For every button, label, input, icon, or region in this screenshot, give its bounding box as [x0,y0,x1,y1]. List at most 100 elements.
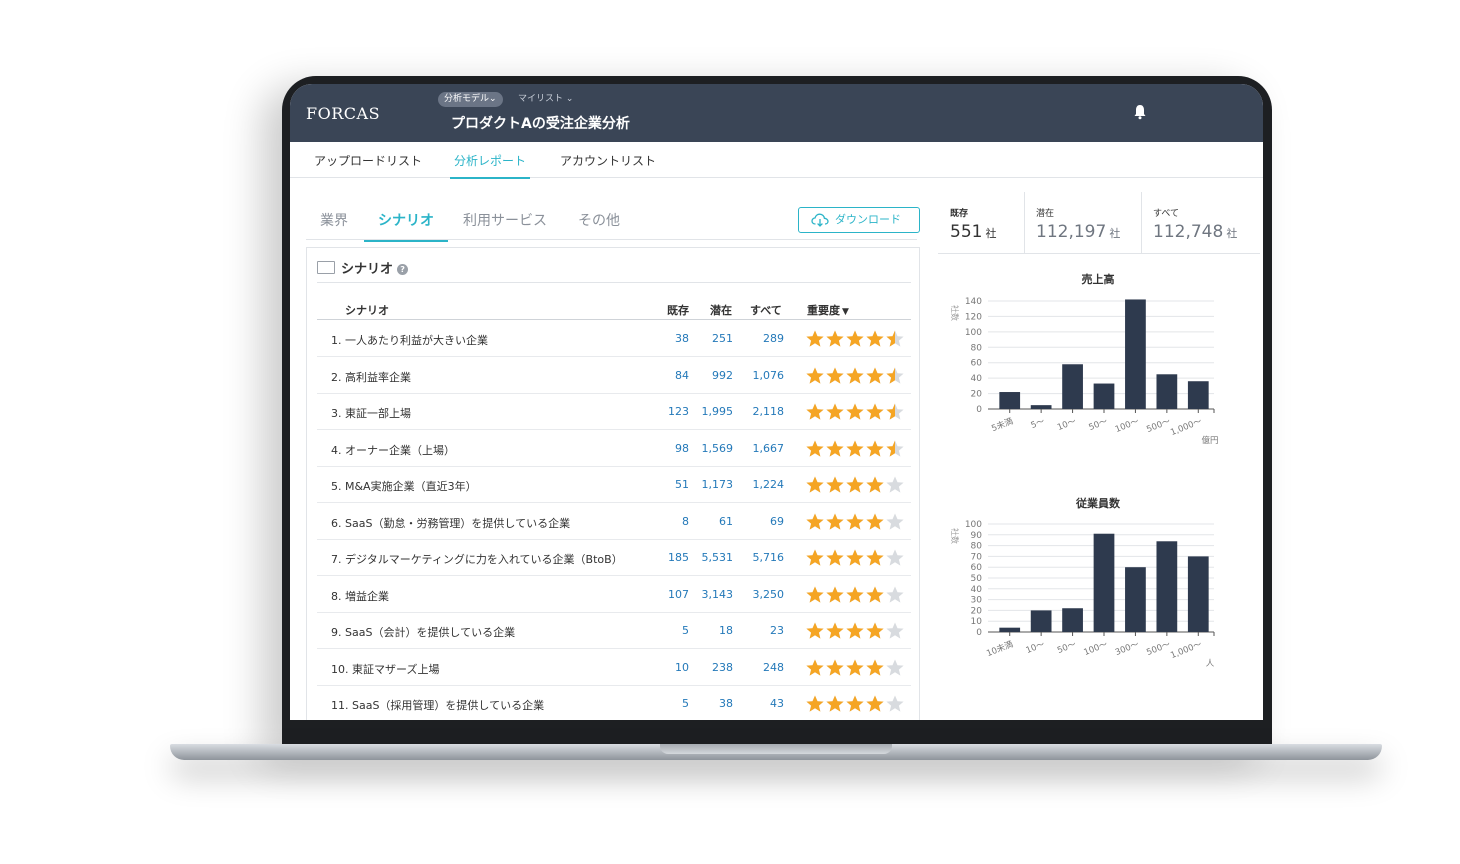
star-icon [806,330,824,347]
all-count-link[interactable]: 43 [740,697,784,710]
scenario-name: 2. 高利益率企業 [331,370,411,384]
potential-count-link[interactable]: 238 [689,661,733,674]
existing-count-link[interactable]: 84 [645,369,689,382]
revenue-y-tick: 0 [976,405,982,415]
all-count-link[interactable]: 289 [740,332,784,345]
col-existing[interactable]: 既存 [667,302,689,318]
cloud-download-icon [811,213,829,227]
existing-count-link[interactable]: 5 [645,697,689,710]
importance-rating [805,621,905,640]
model-selector[interactable]: 分析モデル⌄ [438,92,503,107]
subtab-services[interactable]: 利用サービス [463,210,547,240]
potential-count-link[interactable]: 5,531 [689,551,734,564]
star-icon [866,513,884,530]
table-row[interactable]: 5. M&A実施企業（直近3年） 51 1,173 1,224 [317,467,911,503]
scenario-name: 8. 増益企業 [331,589,389,603]
col-importance[interactable]: 重要度 ▼ [807,302,849,318]
all-count-link[interactable]: 23 [740,624,784,637]
stat-all[interactable]: すべて 112,748 社 [1141,192,1260,254]
table-row[interactable]: 7. デジタルマーケティングに力を入れている企業（BtoB） 185 5,531 5,… [317,540,911,576]
col-scenario[interactable]: シナリオ [345,302,389,318]
all-count-link[interactable]: 248 [740,661,784,674]
subtab-industry[interactable]: 業界 [320,210,348,240]
revenue-x-unit: 億円 [1201,435,1218,446]
star-icon [846,513,864,530]
app-screen: FORCAS 分析モデル⌄ マイリスト ⌄ プロダクトAの受注企業分析 アップロ… [290,84,1263,720]
page-title: プロダクトAの受注企業分析 [451,116,630,132]
potential-count-link[interactable]: 1,173 [689,478,734,491]
all-count-link[interactable]: 1,667 [740,442,785,455]
col-all[interactable]: すべて [750,302,782,318]
all-count-link[interactable]: 3,250 [740,588,785,601]
revenue-ylabel: 社数 [950,305,960,321]
existing-count-link[interactable]: 10 [645,661,689,674]
importance-rating [805,585,905,604]
col-potential[interactable]: 潜在 [710,302,732,318]
potential-count-link[interactable]: 18 [689,624,733,637]
scenario-name: 10. 東証マザーズ上場 [331,662,440,676]
potential-count-link[interactable]: 992 [689,369,733,382]
revenue-x-tick: 5〜 [1030,416,1047,431]
existing-count-link[interactable]: 123 [645,405,689,418]
table-row[interactable]: 4. オーナー企業（上場） 98 1,569 1,667 [317,431,911,467]
employees-chart: 0102030405060708090100 社数 10未満 10〜 50〜 100〜 30… [950,520,1215,669]
existing-count-link[interactable]: 5 [645,624,689,637]
existing-count-link[interactable]: 107 [645,588,689,601]
all-count-link[interactable]: 5,716 [740,551,785,564]
panel-title: シナリオ [341,262,394,277]
laptop-notch [660,744,892,754]
download-button[interactable]: ダウンロード [798,207,920,233]
app-logo[interactable]: FORCAS [306,104,380,123]
existing-count-link[interactable]: 38 [645,332,689,345]
tab-analysis-report[interactable]: 分析レポート [450,152,531,179]
tab-account-list[interactable]: アカウントリスト [560,152,656,177]
star-icon [826,549,844,566]
potential-count-link[interactable]: 61 [689,515,733,528]
laptop-bezel [290,720,1263,744]
all-count-link[interactable]: 69 [740,515,784,528]
table-row[interactable]: 2. 高利益率企業 84 992 1,076 [317,358,911,394]
revenue-bar [999,392,1021,409]
stat-existing[interactable]: 既存 551 社 [938,192,1024,254]
potential-count-link[interactable]: 251 [689,332,733,345]
table-row[interactable]: 8. 増益企業 107 3,143 3,250 [317,577,911,613]
potential-count-link[interactable]: 38 [689,697,733,710]
stat-all-unit: 社 [1226,227,1238,240]
mylist-menu[interactable]: マイリスト ⌄ [518,92,573,107]
all-count-link[interactable]: 1,076 [740,369,785,382]
stat-potential[interactable]: 潜在 112,197 社 [1024,192,1141,254]
subtab-other[interactable]: その他 [578,210,620,240]
all-count-link[interactable]: 2,118 [740,405,785,418]
table-row[interactable]: 1. 一人あたり利益が大きい企業 38 251 289 [317,321,911,357]
employees-y-tick: 60 [971,563,983,573]
potential-count-link[interactable]: 1,995 [689,405,734,418]
existing-count-link[interactable]: 185 [645,551,689,564]
table-row[interactable]: 3. 東証一部上場 123 1,995 2,118 [317,394,911,430]
scenario-name: 1. 一人あたり利益が大きい企業 [331,334,488,347]
table-row[interactable]: 10. 東証マザーズ上場 10 238 248 [317,650,911,686]
existing-count-link[interactable]: 51 [645,478,689,491]
subtab-scenario[interactable]: シナリオ [364,210,448,242]
potential-count-link[interactable]: 3,143 [689,588,734,601]
all-count-link[interactable]: 1,224 [740,478,785,491]
table-row[interactable]: 9. SaaS（会計）を提供している企業 5 18 23 [317,613,911,649]
stat-all-value: 112,748 社 [1153,222,1237,242]
potential-count-link[interactable]: 1,569 [689,442,734,455]
star-icon [846,330,864,347]
revenue-bar [1187,381,1209,409]
star-icon [866,476,884,493]
employees-x-tick: 10未満 [985,638,1015,659]
table-row[interactable]: 6. SaaS（勤怠・労務管理）を提供している企業 8 61 69 [317,504,911,540]
existing-count-link[interactable]: 8 [645,515,689,528]
tab-upload-list[interactable]: アップロードリスト [314,152,422,177]
employees-x-tick: 50〜 [1056,639,1078,656]
revenue-y-tick: 40 [971,374,983,384]
existing-count-link[interactable]: 98 [645,442,689,455]
bell-icon[interactable] [1133,104,1147,120]
star-icon [806,622,824,639]
table-row[interactable]: 11. SaaS（採用管理）を提供している企業 5 38 43 [317,686,911,720]
help-icon[interactable]: ? [397,264,409,275]
importance-rating [805,475,905,494]
star-icon [866,440,884,457]
star-icon [826,403,844,420]
